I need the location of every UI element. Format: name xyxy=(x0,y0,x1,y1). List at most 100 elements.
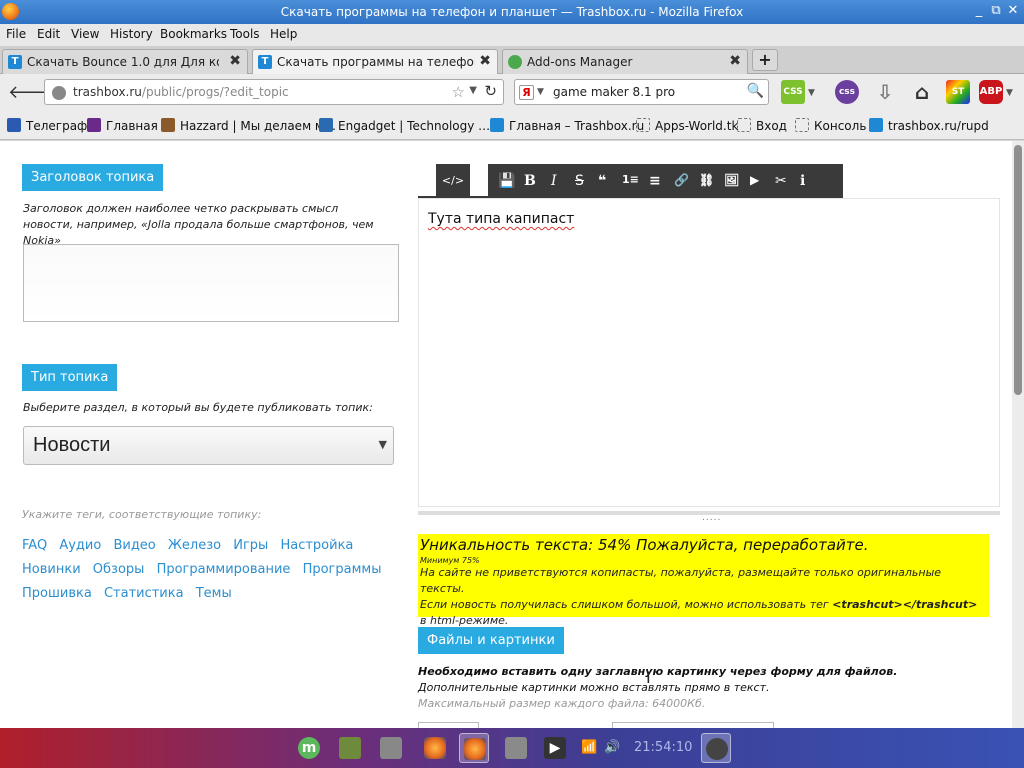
minimize-button[interactable]: _ xyxy=(971,3,987,19)
tag-link[interactable]: Железо xyxy=(168,534,221,558)
strikethrough-icon[interactable]: S xyxy=(575,173,584,189)
search-input[interactable]: game maker 8.1 pro xyxy=(553,85,675,99)
css-addon-dropdown-icon[interactable]: ▼ xyxy=(808,88,815,98)
yandex-icon[interactable]: Я xyxy=(519,85,534,100)
tab-close-icon[interactable]: ✖ xyxy=(229,53,241,69)
bookmark-telegraf[interactable]: Телеграф xyxy=(7,118,87,133)
tag-link[interactable]: FAQ xyxy=(22,534,47,558)
tab-close-icon[interactable]: ✖ xyxy=(729,53,741,69)
file-manager-launcher[interactable] xyxy=(335,733,365,763)
menu-file[interactable]: File xyxy=(6,27,26,41)
tab-bounce[interactable]: T Скачать Bounce 1.0 для Для компью… ✖ xyxy=(2,49,248,74)
info-icon[interactable]: ℹ xyxy=(800,173,805,189)
topic-type-select[interactable]: Новости ▼ xyxy=(23,426,394,465)
css-viewer-icon[interactable]: css xyxy=(835,80,859,104)
clock[interactable]: 21:54:10 xyxy=(634,740,692,755)
tab-strip: T Скачать Bounce 1.0 для Для компью… ✖ T… xyxy=(0,46,1024,74)
reload-icon[interactable]: ↻ xyxy=(484,82,497,100)
bookmark-star-icon[interactable]: ☆ xyxy=(452,83,465,101)
folder-launcher[interactable] xyxy=(501,733,531,763)
video-icon[interactable]: ▶ xyxy=(750,173,759,187)
menu-bookmarks[interactable]: Bookmarks xyxy=(160,27,227,41)
image-icon[interactable]: 🖼 xyxy=(724,173,739,187)
tab-close-icon[interactable]: ✖ xyxy=(479,53,491,69)
bookmark-engadget[interactable]: Engadget | Technology … xyxy=(319,118,490,133)
home-icon[interactable]: ⌂ xyxy=(910,80,934,104)
bookmark-hazzard[interactable]: Hazzard | Мы делаем м… xyxy=(161,118,336,133)
firefox-launcher[interactable] xyxy=(420,733,450,763)
ordered-list-icon[interactable]: 1≡ xyxy=(622,173,639,186)
tag-link[interactable]: Темы xyxy=(196,582,232,606)
show-desktop-button[interactable] xyxy=(701,733,731,763)
new-tab-button[interactable]: + xyxy=(752,49,778,71)
tag-link[interactable]: Прошивка xyxy=(22,582,92,606)
firefox-window-button[interactable] xyxy=(459,733,489,763)
st-addon-icon[interactable]: ST xyxy=(946,80,970,104)
tab-trashbox-active[interactable]: T Скачать программы на телефон и пл… ✖ xyxy=(252,49,498,74)
search-bar[interactable]: Я ▼ game maker 8.1 pro 🔍 xyxy=(514,79,769,105)
tag-link[interactable]: Игры xyxy=(233,534,268,558)
bookmark-trashbox-main[interactable]: Главная – Trashbox.ru xyxy=(490,118,644,133)
tag-link[interactable]: Программы xyxy=(303,558,382,582)
save-icon[interactable]: 💾 xyxy=(498,173,515,189)
video-player-launcher[interactable]: ▶ xyxy=(540,733,570,763)
url-dropdown-icon[interactable]: ▼ xyxy=(469,85,477,96)
close-window-button[interactable]: ✕ xyxy=(1005,3,1021,19)
source-code-button[interactable]: </> xyxy=(436,164,470,198)
bookmark-glavnaya[interactable]: Главная xyxy=(87,118,158,133)
bookmark-trashbox-rupd[interactable]: trashbox.ru/rupd xyxy=(869,118,989,133)
scissors-icon[interactable]: ✂ xyxy=(775,173,787,189)
search-engine-dropdown-icon[interactable]: ▼ xyxy=(537,87,544,97)
download-icon[interactable]: ⇩ xyxy=(873,80,897,104)
tag-link[interactable]: Аудио xyxy=(59,534,101,558)
menu-edit[interactable]: Edit xyxy=(37,27,60,41)
tab-addons-manager[interactable]: Add-ons Manager ✖ xyxy=(502,49,748,74)
bookmark-konsol[interactable]: Консоль xyxy=(795,118,866,133)
bookmark-favicon-icon xyxy=(737,118,751,132)
search-icon[interactable]: 🔍 xyxy=(747,83,764,99)
quote-icon[interactable]: ❝ xyxy=(598,173,606,189)
tag-link[interactable]: Программирование xyxy=(157,558,291,582)
url-bar[interactable]: trashbox.ru/public/progs/?edit_topic ☆ ▼… xyxy=(44,79,504,105)
topic-title-label: Заголовок топика xyxy=(22,164,164,191)
page-scrollbar[interactable] xyxy=(1012,141,1024,728)
file-manager-icon xyxy=(339,737,361,759)
tag-link[interactable]: Видео xyxy=(113,534,155,558)
terminal-launcher[interactable] xyxy=(376,733,406,763)
unlink-icon[interactable]: ⛓ xyxy=(699,173,714,187)
bookmark-favicon-icon xyxy=(161,118,175,132)
topic-type-value: Новости xyxy=(33,434,111,456)
network-icon[interactable]: 📶 xyxy=(581,740,597,755)
taskbar: m ▶ 📶 🔊 21:54:10 xyxy=(0,728,1024,768)
tag-link[interactable]: Статистика xyxy=(104,582,184,606)
link-icon[interactable]: 🔗 xyxy=(674,173,689,187)
scrollbar-thumb[interactable] xyxy=(1014,145,1022,395)
trashcut-tag: <trashcut></trashcut> xyxy=(832,598,978,611)
css-addon-icon[interactable]: CSS xyxy=(781,80,805,104)
bookmark-vhod[interactable]: Вход xyxy=(737,118,787,133)
mint-menu-button[interactable]: m xyxy=(294,733,324,763)
tag-link[interactable]: Обзоры xyxy=(93,558,145,582)
bookmark-apps-world[interactable]: Apps-World.tk xyxy=(636,118,738,133)
tag-link[interactable]: Новинки xyxy=(22,558,81,582)
adblock-plus-icon[interactable]: ABP xyxy=(979,80,1003,104)
tag-link[interactable]: Настройка xyxy=(280,534,353,558)
restore-button[interactable]: ⧉ xyxy=(988,3,1004,19)
bold-icon[interactable]: B xyxy=(524,173,536,189)
menu-history[interactable]: History xyxy=(110,27,153,41)
bookmark-favicon-icon xyxy=(795,118,809,132)
mint-icon: m xyxy=(298,737,320,759)
menu-view[interactable]: View xyxy=(71,27,99,41)
editor-text: Тута типа капипаст xyxy=(428,211,575,227)
bookmark-label: Консоль xyxy=(814,119,867,133)
abp-dropdown-icon[interactable]: ▼ xyxy=(1006,88,1013,98)
italic-icon[interactable]: I xyxy=(551,173,557,189)
volume-icon[interactable]: 🔊 xyxy=(604,740,620,755)
menu-tools[interactable]: Tools xyxy=(230,27,260,41)
editor-resize-handle[interactable]: ..... xyxy=(418,511,1000,523)
bookmark-label: Вход xyxy=(756,119,787,133)
topic-title-input[interactable] xyxy=(23,244,399,322)
unordered-list-icon[interactable]: ≡ xyxy=(649,173,661,189)
editor-textarea[interactable]: Тута типа капипаст xyxy=(418,198,1000,507)
menu-help[interactable]: Help xyxy=(270,27,297,41)
